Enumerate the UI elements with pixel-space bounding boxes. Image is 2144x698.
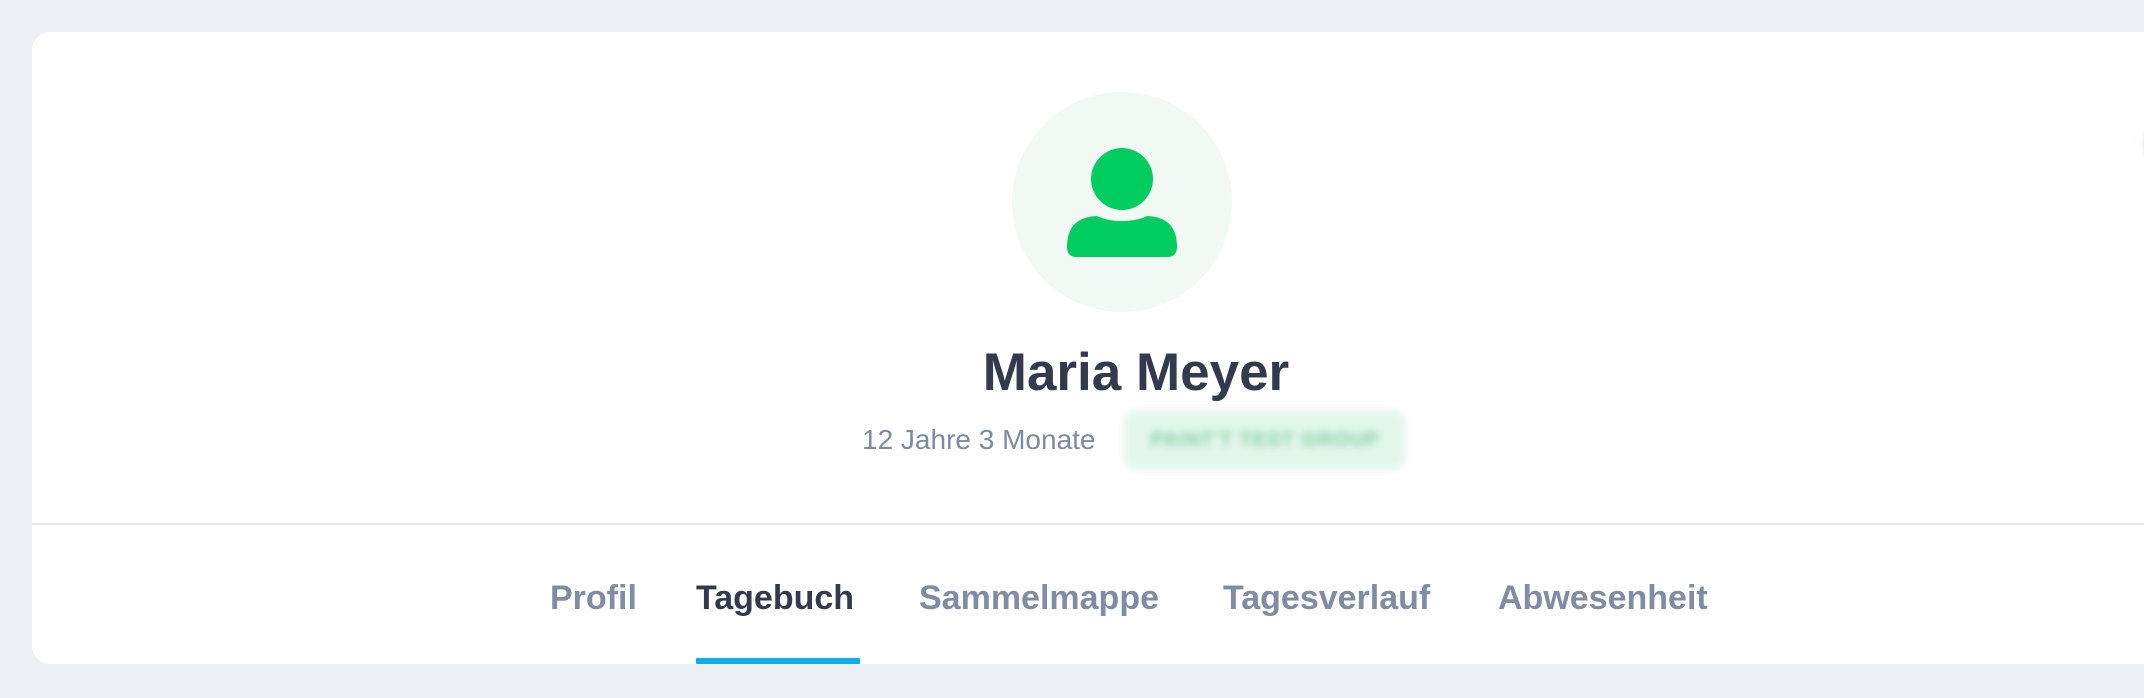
tab-profil[interactable]: Profil (550, 579, 637, 618)
avatar (1012, 92, 1232, 312)
tab-tagebuch[interactable]: Tagebuch (696, 579, 854, 618)
active-tab-indicator (696, 658, 860, 664)
profile-name: Maria Meyer (982, 343, 1290, 402)
tab-tagesverlauf[interactable]: Tagesverlauf (1223, 579, 1430, 618)
profile-card: Maria Meyer 12 Jahre 3 Monate PAINT'T TE… (32, 32, 2144, 664)
tab-sammelmappe[interactable]: Sammelmappe (919, 579, 1159, 618)
user-icon (1067, 148, 1177, 257)
tab-bar: Profil Tagebuch Sammelmappe Tagesverlauf… (32, 525, 2144, 664)
profile-age: 12 Jahre 3 Monate (862, 424, 1096, 455)
tab-abwesenheit[interactable]: Abwesenheit (1498, 579, 1708, 618)
group-badge[interactable]: PAINT'T TEST GROUP (1124, 410, 1406, 470)
